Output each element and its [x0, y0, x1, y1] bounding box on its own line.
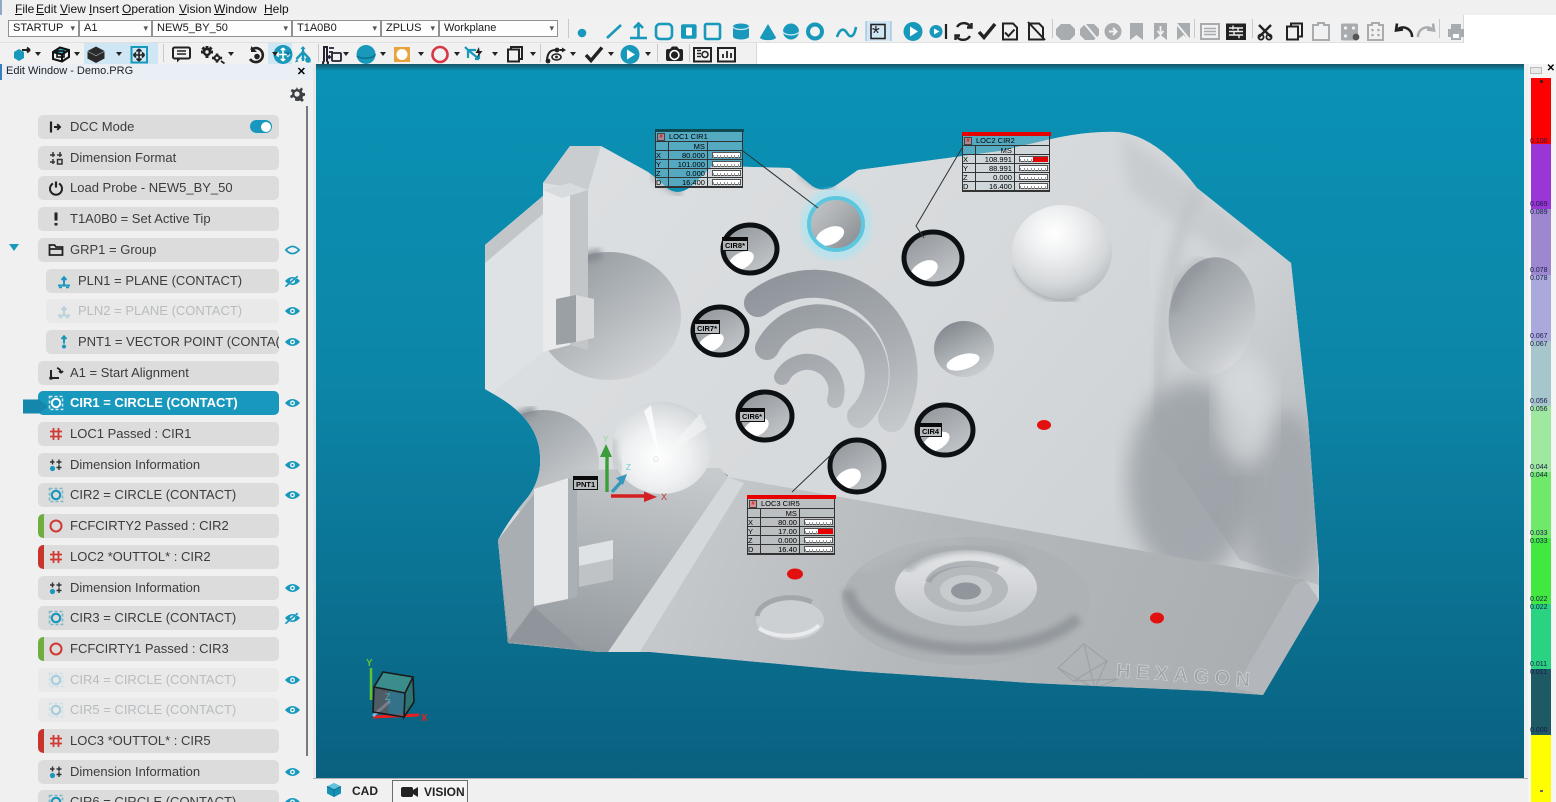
svg-text:Y: Y: [366, 658, 373, 669]
svg-text:X: X: [421, 713, 428, 724]
svg-text:Z: Z: [385, 692, 391, 702]
svg-text:X: X: [661, 492, 667, 502]
svg-text:Z: Z: [626, 463, 631, 472]
svg-text:*: *: [872, 23, 880, 41]
svg-text:Y: Y: [603, 435, 609, 444]
